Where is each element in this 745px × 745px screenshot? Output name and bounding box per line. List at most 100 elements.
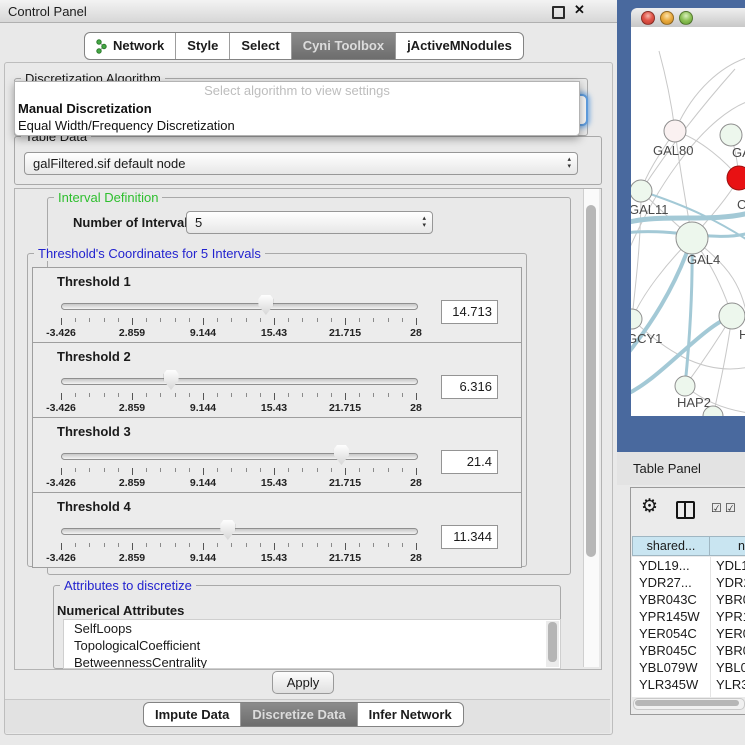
node-label: GCY1 xyxy=(631,331,662,346)
tab-discretize-data[interactable]: Discretize Data xyxy=(240,703,356,726)
table-cell[interactable]: YIL0 xyxy=(711,693,743,697)
table-row[interactable]: YPR145WYPR1 xyxy=(632,608,745,625)
gear-icon[interactable]: ⚙ xyxy=(641,497,658,516)
dropdown-options: Manual DiscretizationEqual Width/Frequen… xyxy=(15,100,579,134)
table-cell[interactable]: YER054C xyxy=(632,625,711,642)
table-cell[interactable]: YDL19... xyxy=(632,557,711,574)
threshold-label: Threshold 3 xyxy=(57,424,131,439)
table-row[interactable]: YBR045CYBR0 xyxy=(632,642,745,659)
table-cell[interactable]: YBR0 xyxy=(711,591,745,608)
table-cell[interactable]: YBL0 xyxy=(711,659,745,676)
tick-label: 21.715 xyxy=(329,402,361,414)
table-row[interactable]: YER054CYER0 xyxy=(632,625,745,642)
table-row[interactable]: YBR043CYBR0 xyxy=(632,591,745,608)
table-cell[interactable]: YER0 xyxy=(711,625,745,642)
dropdown-option[interactable]: Manual Discretization xyxy=(15,100,579,117)
dropdown-option[interactable]: Equal Width/Frequency Discretization xyxy=(15,117,579,134)
attribute-list-item[interactable]: TopologicalCoefficient xyxy=(64,637,560,654)
tab-jactivemnodules[interactable]: jActiveMNodules xyxy=(395,33,523,59)
checkbox-checked-icon[interactable]: ☑ xyxy=(725,502,736,514)
threshold-slider[interactable]: -3.4262.8599.14415.4321.71528 xyxy=(61,519,416,565)
tick-label: -3.426 xyxy=(46,552,76,564)
node-label: GAL4 xyxy=(687,252,720,267)
network-node[interactable] xyxy=(631,180,652,202)
table-row[interactable]: YDR27...YDR2 xyxy=(632,574,745,591)
number-of-intervals-combobox[interactable]: 5 ▴▾ xyxy=(186,211,433,234)
threshold-label: Threshold 2 xyxy=(57,349,131,364)
threshold-value-field[interactable]: 11.344 xyxy=(441,525,498,549)
tab-network[interactable]: Network xyxy=(85,33,175,59)
settings-scrollbar[interactable] xyxy=(583,189,599,667)
zoom-traffic-light[interactable] xyxy=(679,11,693,25)
tick-label: 21.715 xyxy=(329,327,361,339)
tab-style[interactable]: Style xyxy=(175,33,229,59)
scrollbar-thumb[interactable] xyxy=(586,205,596,557)
network-canvas[interactable]: GAL80GACGAL11GAL4GCY1HHAP2 xyxy=(631,27,745,416)
network-node[interactable] xyxy=(664,120,686,142)
table-hscrollbar[interactable] xyxy=(633,698,745,710)
table-cell[interactable]: YLR345W xyxy=(632,676,711,693)
attribute-list-item[interactable]: SelfLoops xyxy=(64,620,560,637)
numerical-attributes-heading: Numerical Attributes xyxy=(57,603,184,618)
table-cell[interactable]: YBL079W xyxy=(632,659,711,676)
threshold-slider[interactable]: -3.4262.8599.14415.4321.71528 xyxy=(61,444,416,490)
threshold-slider[interactable]: -3.4262.8599.14415.4321.71528 xyxy=(61,369,416,415)
tab-select[interactable]: Select xyxy=(229,33,290,59)
threshold-value-field[interactable]: 14.713 xyxy=(441,300,498,324)
list-scrollbar[interactable] xyxy=(546,621,559,667)
float-window-icon[interactable] xyxy=(552,6,565,19)
minimize-traffic-light[interactable] xyxy=(660,11,674,25)
table-cell[interactable]: YPR145W xyxy=(632,608,711,625)
scrollbar-thumb[interactable] xyxy=(548,622,557,662)
threshold-value-field[interactable]: 21.4 xyxy=(441,450,498,474)
table-cell[interactable]: YBR043C xyxy=(632,591,711,608)
tab-infer-network[interactable]: Infer Network xyxy=(357,703,463,726)
checkbox-checked-icon[interactable]: ☑ xyxy=(711,502,722,514)
table-cell[interactable]: YDR2 xyxy=(711,574,745,591)
table-cell[interactable]: YDL1 xyxy=(711,557,745,574)
table-header: shared... n xyxy=(632,536,745,556)
threshold-value-field[interactable]: 6.316 xyxy=(441,375,498,399)
table-cell[interactable]: YIL052C xyxy=(632,693,711,697)
network-node[interactable] xyxy=(720,124,742,146)
slider-thumb[interactable] xyxy=(164,370,179,390)
threshold-slider[interactable]: -3.4262.8599.14415.4321.71528 xyxy=(61,294,416,340)
table-cell[interactable]: YBR0 xyxy=(711,642,745,659)
table-row[interactable]: YBL079WYBL0 xyxy=(632,659,745,676)
tab-impute-data[interactable]: Impute Data xyxy=(144,703,240,726)
split-panel-icon[interactable] xyxy=(676,501,695,519)
tick-label: 21.715 xyxy=(329,552,361,564)
network-node[interactable] xyxy=(631,309,642,329)
table-cell[interactable]: YLR3 xyxy=(711,676,745,693)
spinner-arrows-icon: ▴▾ xyxy=(567,156,571,170)
bottom-tabs: Impute DataDiscretize DataInfer Network xyxy=(143,702,464,727)
slider-thumb[interactable] xyxy=(258,295,273,315)
table-cell[interactable]: YBR045C xyxy=(632,642,711,659)
control-tabs: NetworkStyleSelectCyni ToolboxjActiveMNo… xyxy=(84,32,524,60)
close-icon[interactable]: ✕ xyxy=(574,2,585,18)
slider-thumb[interactable] xyxy=(220,520,235,540)
close-traffic-light[interactable] xyxy=(641,11,655,25)
network-node[interactable] xyxy=(676,222,708,254)
tick-label: 9.144 xyxy=(190,477,216,489)
tab-cyni-toolbox[interactable]: Cyni Toolbox xyxy=(291,33,395,59)
column-header[interactable]: shared... xyxy=(632,536,710,556)
table-row[interactable]: YDL19...YDL1 xyxy=(632,557,745,574)
control-panel-titlebar: Control Panel ✕ xyxy=(0,0,617,23)
apply-button[interactable]: Apply xyxy=(272,671,334,694)
slider-thumb[interactable] xyxy=(334,445,349,465)
scrollbar-thumb[interactable] xyxy=(635,700,739,706)
network-node[interactable] xyxy=(719,303,745,329)
table-cell[interactable]: YPR1 xyxy=(711,608,745,625)
threshold-coordinates-group: Threshold's Coordinates for 5 Intervals … xyxy=(27,253,527,567)
column-header[interactable]: n xyxy=(710,536,745,556)
network-node[interactable] xyxy=(727,166,745,190)
dropdown-placeholder: Select algorithm to view settings xyxy=(15,82,579,100)
table-row[interactable]: YLR345WYLR3 xyxy=(632,676,745,693)
tick-label: 2.859 xyxy=(119,552,145,564)
table-data-combobox[interactable]: galFiltered.sif default node ▴▾ xyxy=(24,152,578,175)
attribute-list-item[interactable]: BetweennessCentrality xyxy=(64,654,560,669)
table-cell[interactable]: YDR27... xyxy=(632,574,711,591)
network-node[interactable] xyxy=(675,376,695,396)
table-row[interactable]: YIL052CYIL0 xyxy=(632,693,745,697)
